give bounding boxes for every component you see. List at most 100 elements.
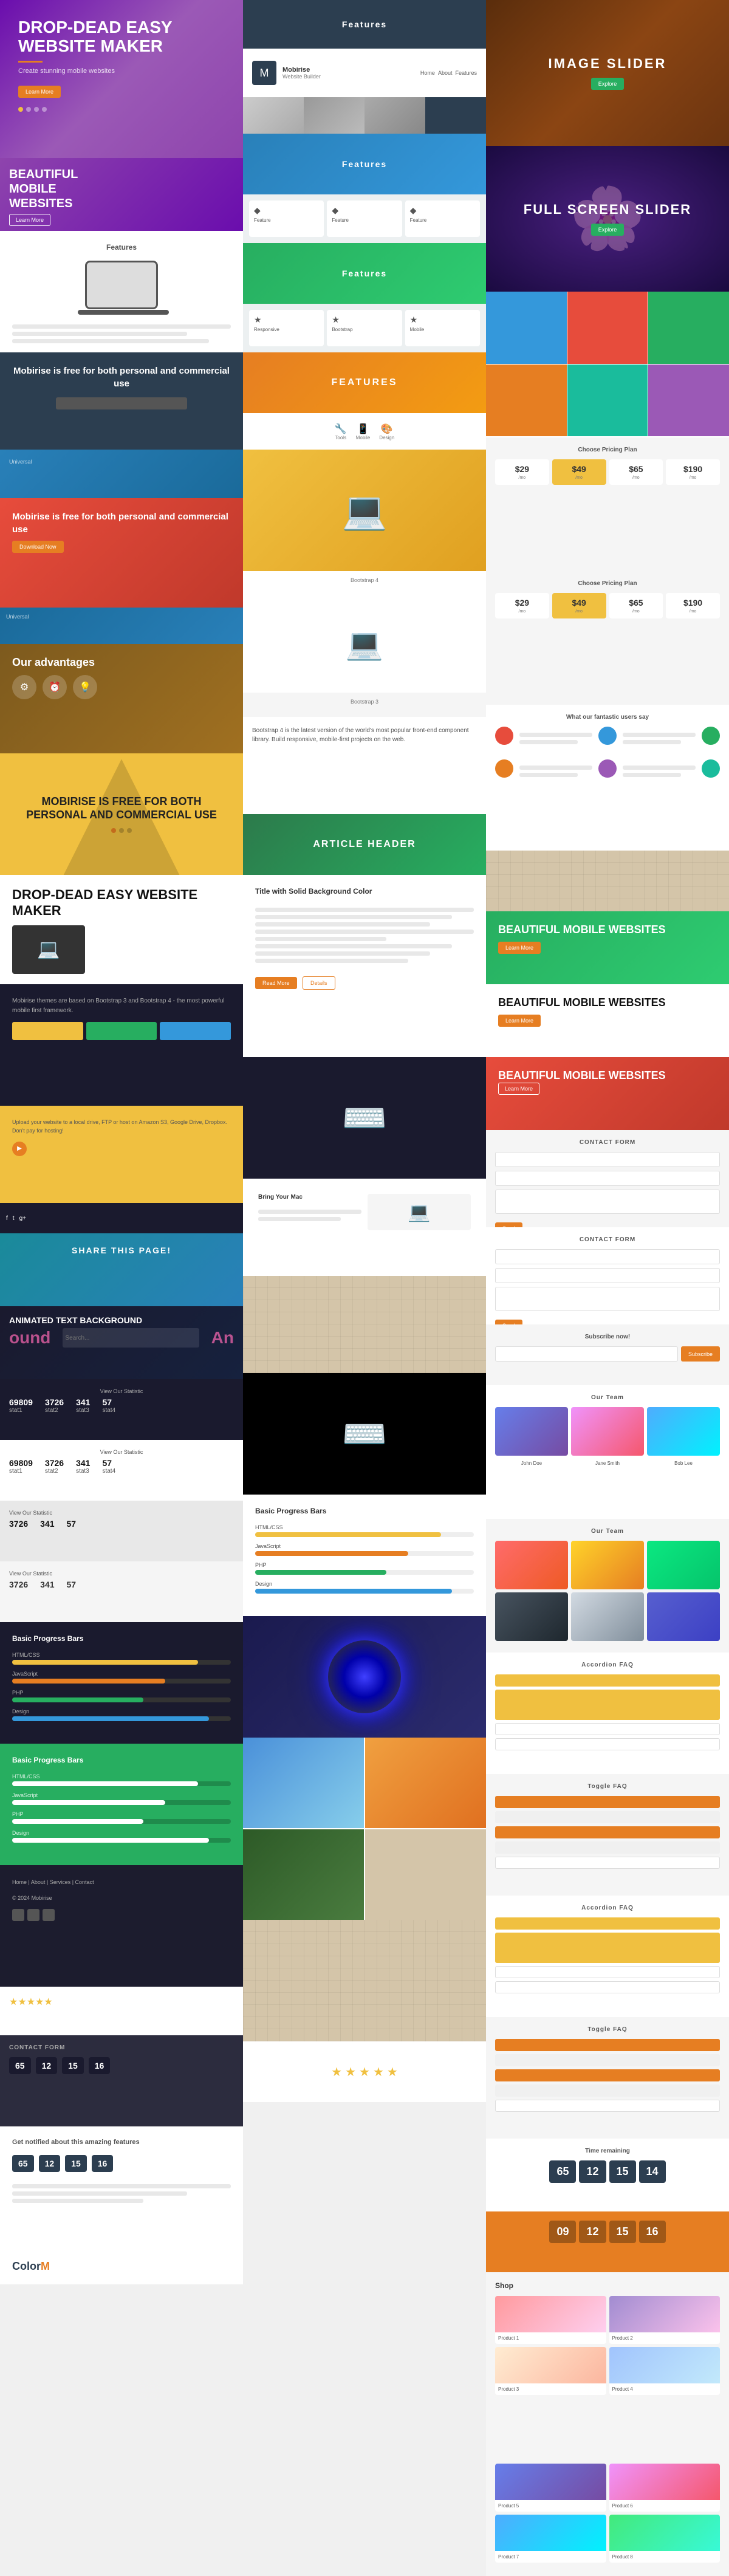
- gallery-img-sunset[interactable]: [365, 1738, 486, 1828]
- social-icon-g[interactable]: g+: [19, 1215, 26, 1222]
- shop-label-7: Product 7: [495, 2551, 606, 2563]
- social-icon-t[interactable]: t: [13, 1215, 15, 1222]
- shop-continued-block: Product 5 Product 6 Product 7 Product 8: [486, 2454, 729, 2576]
- progress-label: Design: [12, 1830, 231, 1836]
- gallery-cell-5[interactable]: [567, 365, 648, 437]
- free-text: Mobirise is free for both personal and c…: [12, 365, 231, 390]
- team-member-6: [647, 1541, 720, 1589]
- gallery-img-map[interactable]: [365, 1829, 486, 1920]
- toggle-item-8[interactable]: [495, 2069, 720, 2081]
- text-line: [12, 2199, 143, 2203]
- search-bar[interactable]: [56, 397, 187, 409]
- beautiful-cta-button[interactable]: Learn More: [9, 214, 50, 226]
- stats-title-3: View Our Statistic: [9, 1510, 234, 1516]
- gallery-cell-6[interactable]: [648, 365, 729, 437]
- contact-message-input[interactable]: [495, 1190, 720, 1214]
- contact-email-input[interactable]: [495, 1171, 720, 1186]
- search-input[interactable]: [63, 1328, 199, 1348]
- progress-bar-4: Design: [12, 1708, 231, 1721]
- gallery-cell-4[interactable]: [486, 365, 567, 437]
- stat-row-light: 3726 341 57: [9, 1580, 234, 1589]
- contact-message-input-2[interactable]: [495, 1287, 720, 1311]
- price-val-1: $29: [500, 464, 544, 474]
- progress-label: HTML/CSS: [12, 1652, 231, 1658]
- subscribe-email-input[interactable]: [495, 1346, 678, 1362]
- accordion-item-4[interactable]: [495, 1738, 720, 1750]
- accordion-item-5[interactable]: [495, 1917, 720, 1930]
- free-red-button[interactable]: Download Now: [12, 541, 64, 553]
- article-read-more[interactable]: Read More: [255, 977, 297, 989]
- accordion-item-1[interactable]: [495, 1674, 720, 1687]
- toggle-item-5[interactable]: [495, 1857, 720, 1869]
- toggle-item-10[interactable]: [495, 2100, 720, 2112]
- shop-item-1[interactable]: Product 1: [495, 2296, 606, 2344]
- social-icon[interactable]: [43, 1909, 55, 1921]
- pricing-cards-1: $29 /mo $49 /mo $65 /mo $190 /mo: [495, 459, 720, 485]
- beautiful-red-btn[interactable]: Learn More: [498, 1083, 539, 1095]
- text-line: [623, 733, 696, 737]
- accordion-item-3[interactable]: [495, 1723, 720, 1735]
- contact-submit-btn[interactable]: Send: [495, 1222, 522, 1227]
- img-slider-btn[interactable]: Explore: [591, 78, 625, 90]
- accordion-item-2[interactable]: [495, 1690, 720, 1720]
- toggle-item-4[interactable]: [495, 1841, 720, 1854]
- shop-item-5[interactable]: Product 5: [495, 2464, 606, 2512]
- stat-val: 57: [67, 1519, 77, 1529]
- contact-form-2: CONTACT FORM Send: [486, 1227, 729, 1324]
- beautiful-white-btn[interactable]: Learn More: [498, 1015, 541, 1027]
- toggle-item-2[interactable]: [495, 1811, 720, 1823]
- feat-icon: ★: [410, 315, 475, 325]
- advantage-icon: ⏰: [43, 675, 67, 699]
- stat-val: 341: [40, 1519, 54, 1529]
- contact-email-input-2[interactable]: [495, 1268, 720, 1283]
- progress-track: [12, 1660, 231, 1665]
- nav-link[interactable]: About: [438, 70, 453, 76]
- column-2: Features M Mobirise Website Builder Home…: [243, 0, 486, 2576]
- team-member-3: [647, 1407, 720, 1456]
- toggle-item-1[interactable]: [495, 1796, 720, 1808]
- features-orange-block: FEATURES: [243, 352, 486, 413]
- team-grid-2: [495, 1541, 720, 1641]
- social-icon-f[interactable]: f: [6, 1215, 8, 1222]
- toggle-item-9[interactable]: [495, 2084, 720, 2097]
- contact-name-input-2[interactable]: [495, 1249, 720, 1264]
- beautiful-green-btn[interactable]: Learn More: [498, 942, 541, 954]
- social-icon[interactable]: [27, 1909, 39, 1921]
- accordion-item-8[interactable]: [495, 1981, 720, 1993]
- gallery-cell-2[interactable]: [567, 292, 648, 364]
- stat-val-3: 341: [76, 1458, 90, 1468]
- amazing-title: Get notified about this amazing features: [12, 2139, 231, 2146]
- toggle-item-3[interactable]: [495, 1826, 720, 1838]
- gallery-img-forest[interactable]: [243, 1829, 364, 1920]
- toggle-item-7[interactable]: [495, 2054, 720, 2066]
- shop-item-3[interactable]: Product 3: [495, 2347, 606, 2395]
- progress-title-1: Basic Progress Bars: [12, 1634, 231, 1643]
- shop-item-2[interactable]: Product 2: [609, 2296, 720, 2344]
- shop-item-6[interactable]: Product 6: [609, 2464, 720, 2512]
- accordion-title-1: Accordion FAQ: [495, 1662, 720, 1668]
- accordion-item-6[interactable]: [495, 1933, 720, 1963]
- contact-name-input[interactable]: [495, 1152, 720, 1167]
- shop-item-4[interactable]: Product 4: [609, 2347, 720, 2395]
- article-content-block: Title with Solid Background Color Read M…: [243, 875, 486, 1057]
- toggle-1: Toggle FAQ: [486, 1774, 729, 1896]
- gallery-cell-3[interactable]: [648, 292, 729, 364]
- article-secondary-btn[interactable]: Details: [303, 976, 335, 990]
- price-card-1: $29 /mo: [495, 459, 549, 485]
- map-background: [243, 1276, 486, 1373]
- price-val-8: $190: [671, 598, 715, 608]
- shop-item-8[interactable]: Product 8: [609, 2515, 720, 2563]
- nav-link[interactable]: Home: [420, 70, 435, 76]
- nav-link[interactable]: Features: [455, 70, 477, 76]
- toggle-item-6[interactable]: [495, 2039, 720, 2051]
- social-icon[interactable]: [12, 1909, 24, 1921]
- contact-submit-btn-2[interactable]: Send: [495, 1320, 522, 1324]
- shop-item-7[interactable]: Product 7: [495, 2515, 606, 2563]
- gallery-cell-1[interactable]: [486, 292, 567, 364]
- toggle-title-2: Toggle FAQ: [495, 2026, 720, 2033]
- fullscreen-slider-btn[interactable]: Explore: [591, 224, 625, 236]
- hero-cta-button[interactable]: Learn More: [18, 86, 61, 98]
- accordion-item-7[interactable]: [495, 1966, 720, 1978]
- subscribe-btn[interactable]: Subscribe: [681, 1346, 720, 1362]
- gallery-img-mountain[interactable]: [243, 1738, 364, 1828]
